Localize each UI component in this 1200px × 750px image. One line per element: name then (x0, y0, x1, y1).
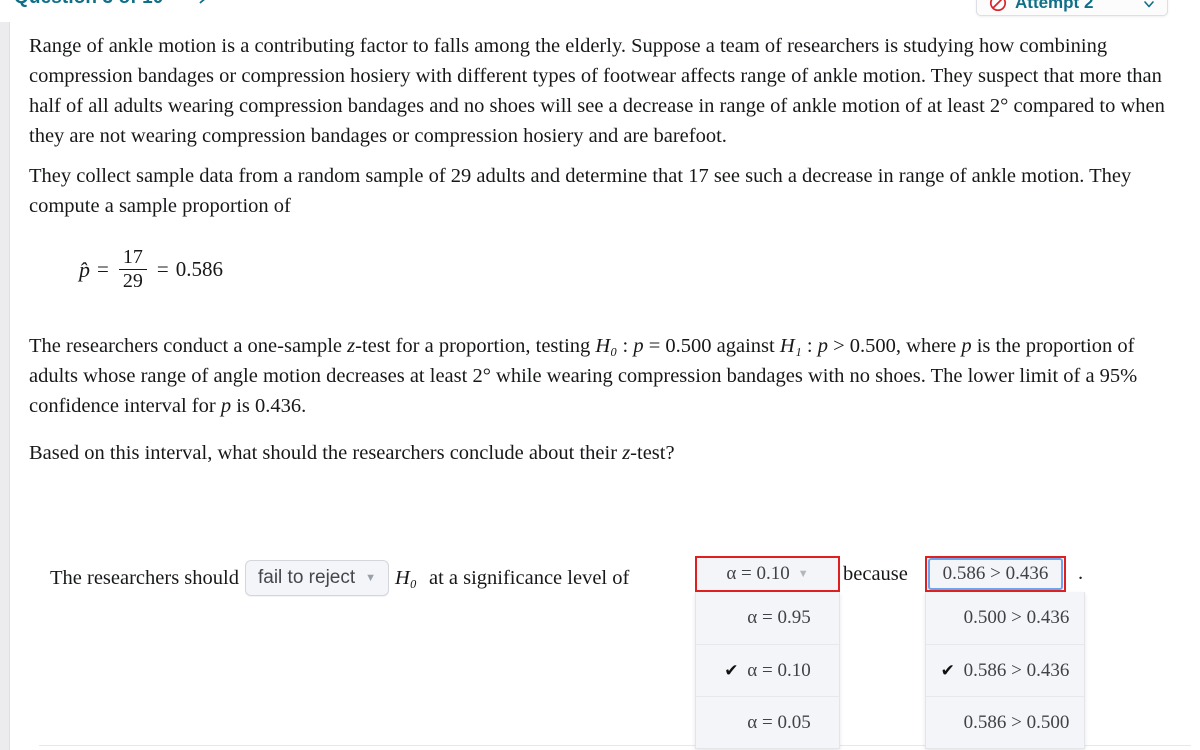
question-paragraph-2: They collect sample data from a random s… (29, 165, 1132, 217)
alpha-option-2-label: α = 0.05 (747, 711, 811, 733)
p3-d: = 0.500 against (643, 335, 780, 357)
alpha-option-1-label: α = 0.10 (747, 659, 811, 681)
answer-h0-symbol: H₀ (395, 566, 417, 589)
p3-h: is 0.436. (231, 395, 307, 417)
question-header: Question 3 of 10 Attempt 2 (0, 0, 1200, 22)
question-paragraph-1: Range of ankle motion is a contributing … (29, 35, 1165, 147)
left-rail (0, 0, 10, 750)
comparison-option-1-label: 0.586 > 0.436 (963, 659, 1070, 681)
formula-fraction: 17 29 (118, 246, 147, 292)
alpha-dropdown-menu: ✔ α = 0.95 ✔ α = 0.10 ✔ α = 0.05 (695, 592, 840, 749)
question-paragraph-4: Based on this interval, what should the … (29, 438, 1181, 468)
p3-p4: p (220, 395, 232, 417)
check-icon: ✔ (724, 661, 739, 680)
question-paragraph-3: The researchers conduct a one-sample z-t… (29, 331, 1181, 421)
comparison-option-0-label: 0.500 > 0.436 (963, 607, 1070, 628)
alpha-option-1[interactable]: ✔ α = 0.10 (696, 644, 839, 696)
answer-sentence: The researchers should fail to reject ▼ … (44, 560, 635, 596)
comparison-dropdown-menu: ✔ 0.500 > 0.436 ✔ 0.586 > 0.436 ✔ 0.586 … (925, 592, 1085, 749)
p3-h1: H₁ (779, 335, 802, 357)
formula-numerator: 17 (122, 246, 143, 268)
quiz-question-screen: Question 3 of 10 Attempt 2 Range of an (0, 0, 1200, 750)
p3-f: > 0.500, where (827, 335, 962, 357)
formula-p-hat: p̂ (79, 256, 90, 282)
p4-a: Based on this interval, what should the … (29, 442, 623, 464)
p3-p1: p (633, 335, 644, 357)
p3-p3: p (961, 335, 972, 357)
chevron-right-icon[interactable] (196, 0, 212, 5)
p4-z: z (622, 442, 631, 464)
sample-proportion-formula: p̂ = 17 29 = 0.586 (79, 247, 223, 292)
chevron-down-icon (1143, 0, 1155, 9)
answer-middle-text: at a significance level of (428, 566, 630, 589)
p3-p2: p (817, 335, 828, 357)
p3-c: : (617, 335, 634, 357)
comparison-dropdown-trigger[interactable]: 0.586 > 0.436 (925, 556, 1066, 592)
answer-period: . (1078, 562, 1084, 584)
attempt-selector[interactable]: Attempt 2 (976, 0, 1168, 16)
formula-equals-1: = (97, 257, 109, 281)
comparison-dropdown-value: 0.586 > 0.436 (942, 563, 1049, 584)
p3-z: z (347, 335, 356, 357)
alpha-option-2[interactable]: ✔ α = 0.05 (696, 696, 839, 748)
chevron-down-icon: ▼ (365, 571, 377, 584)
decision-select[interactable]: fail to reject ▼ (244, 560, 390, 596)
p3-a: The researchers conduct a one-sample (29, 335, 348, 357)
formula-result: 0.586 (175, 257, 223, 281)
answer-lead-text: The researchers should (50, 566, 239, 589)
alpha-dropdown-value: α = 0.10 (726, 563, 790, 584)
alpha-option-0-label: α = 0.95 (747, 607, 811, 628)
check-icon: ✔ (940, 661, 955, 680)
formula-denominator: 29 (118, 269, 147, 292)
p4-b: -test? (630, 442, 675, 464)
decision-select-value: fail to reject (257, 567, 356, 588)
formula-equals-2: = (156, 257, 169, 281)
p3-b: -test for a proportion, testing (355, 335, 596, 357)
p3-e: : (801, 335, 818, 357)
comparison-option-2-label: 0.586 > 0.500 (963, 711, 1070, 733)
answer-because-text: because (843, 563, 908, 585)
alpha-dropdown: α = 0.10 ▼ ✔ α = 0.95 ✔ α = 0.10 ✔ α = 0… (695, 556, 840, 749)
comparison-option-0[interactable]: ✔ 0.500 > 0.436 (926, 592, 1084, 644)
p3-h0: H₀ (595, 335, 618, 357)
attempt-label: Attempt 2 (1015, 0, 1094, 12)
page-title: Question 3 of 10 (14, 0, 163, 9)
comparison-dropdown: 0.586 > 0.436 ✔ 0.500 > 0.436 ✔ 0.586 > … (925, 556, 1085, 749)
alpha-dropdown-trigger[interactable]: α = 0.10 ▼ (695, 556, 840, 592)
comparison-option-2[interactable]: ✔ 0.586 > 0.500 (926, 696, 1084, 748)
comparison-option-1[interactable]: ✔ 0.586 > 0.436 (926, 644, 1084, 696)
no-entry-circle-slash-icon (989, 0, 1007, 12)
alpha-option-0[interactable]: ✔ α = 0.95 (696, 592, 839, 644)
chevron-down-icon: ▼ (797, 568, 809, 580)
